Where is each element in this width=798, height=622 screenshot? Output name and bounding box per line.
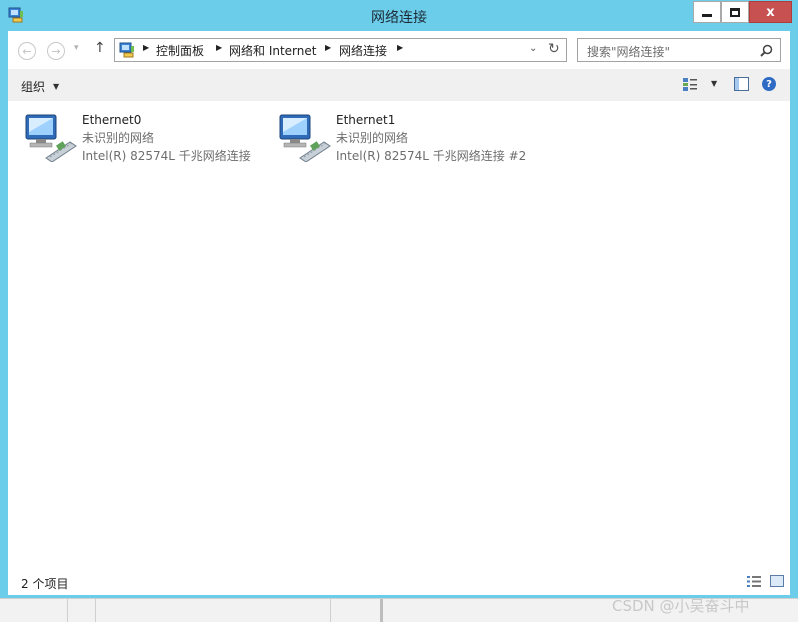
breadcrumb-separator-icon[interactable]: ▶ bbox=[143, 43, 149, 52]
recent-locations-dropdown[interactable]: ▾ bbox=[74, 43, 79, 53]
organize-label: 组织 bbox=[21, 80, 46, 94]
change-view-icon[interactable] bbox=[683, 78, 697, 91]
title-bar[interactable]: 网络连接 x bbox=[0, 0, 798, 31]
close-button[interactable]: x bbox=[749, 1, 792, 23]
adapter-name: Intel(R) 82574L 千兆网络连接 bbox=[82, 149, 251, 163]
minimize-icon bbox=[702, 13, 712, 17]
list-item-ethernet1[interactable]: Ethernet1 未识别的网络 Intel(R) 82574L 千兆网络连接 … bbox=[266, 111, 526, 165]
connection-name: Ethernet0 bbox=[82, 113, 142, 127]
large-icons-view-icon[interactable] bbox=[770, 575, 784, 587]
explorer-client-area: ← → ▾ ↑ ▶ 控制面板 ▶ 网络和 Internet ▶ 网络连接 ▶ ⌄ bbox=[8, 31, 790, 595]
taskbar-divider bbox=[95, 599, 96, 622]
taskbar-divider bbox=[380, 599, 383, 622]
organize-button[interactable]: 组织 ▼ bbox=[21, 78, 59, 95]
close-icon: x bbox=[766, 4, 775, 20]
refresh-button[interactable]: ↻ bbox=[548, 41, 560, 57]
item-count: 2 个项目 bbox=[21, 577, 69, 591]
command-toolbar: 组织 ▼ ▼ ? bbox=[8, 69, 790, 101]
preview-pane-icon[interactable] bbox=[734, 77, 749, 91]
forward-arrow-icon: → bbox=[51, 44, 61, 58]
explorer-window: 网络连接 x ← → ▾ ↑ ▶ 控制面板 ▶ 网络和 Internet ▶ 网… bbox=[0, 0, 798, 598]
file-list-view[interactable]: Ethernet0 未识别的网络 Intel(R) 82574L 千兆网络连接 bbox=[8, 101, 790, 567]
window-title: 网络连接 bbox=[371, 10, 427, 26]
help-icon[interactable]: ? bbox=[762, 77, 776, 91]
back-button[interactable]: ← bbox=[18, 42, 36, 60]
adapter-name: Intel(R) 82574L 千兆网络连接 #2 bbox=[336, 149, 527, 163]
connection-status: 未识别的网络 bbox=[82, 131, 155, 145]
watermark-text: CSDN @小吴奋斗中 bbox=[612, 597, 750, 615]
search-icon[interactable] bbox=[760, 44, 773, 57]
forward-button[interactable]: → bbox=[47, 42, 65, 60]
minimize-button[interactable] bbox=[693, 1, 721, 23]
chevron-down-icon[interactable]: ⌄ bbox=[529, 43, 537, 54]
breadcrumb-separator-icon[interactable]: ▶ bbox=[325, 43, 331, 52]
breadcrumb-separator-icon[interactable]: ▶ bbox=[216, 43, 222, 52]
breadcrumb-network-internet[interactable]: 网络和 Internet bbox=[229, 42, 316, 59]
chevron-down-icon: ▼ bbox=[53, 82, 60, 91]
list-item-ethernet0[interactable]: Ethernet0 未识别的网络 Intel(R) 82574L 千兆网络连接 bbox=[12, 111, 262, 165]
taskbar-divider bbox=[330, 599, 331, 622]
status-bar: 2 个项目 bbox=[8, 567, 790, 595]
breadcrumb-control-panel[interactable]: 控制面板 bbox=[156, 42, 204, 59]
breadcrumb-separator-icon[interactable]: ▶ bbox=[397, 43, 403, 52]
maximize-button[interactable] bbox=[721, 1, 749, 23]
breadcrumb-network-connections[interactable]: 网络连接 bbox=[339, 42, 387, 59]
network-adapter-icon bbox=[279, 114, 331, 162]
search-input[interactable]: 搜索"网络连接" bbox=[577, 38, 781, 62]
search-placeholder: 搜索"网络连接" bbox=[587, 45, 671, 59]
navigation-bar: ← → ▾ ↑ ▶ 控制面板 ▶ 网络和 Internet ▶ 网络连接 ▶ ⌄ bbox=[8, 31, 790, 69]
connection-status: 未识别的网络 bbox=[336, 131, 409, 145]
up-button[interactable]: ↑ bbox=[94, 40, 106, 56]
list-item-text: Ethernet1 未识别的网络 Intel(R) 82574L 千兆网络连接 … bbox=[336, 111, 526, 165]
address-bar[interactable]: ▶ 控制面板 ▶ 网络和 Internet ▶ 网络连接 ▶ ⌄ ↻ bbox=[114, 38, 567, 62]
maximize-icon bbox=[730, 7, 740, 17]
view-options-dropdown[interactable]: ▼ bbox=[711, 79, 717, 88]
list-item-text: Ethernet0 未识别的网络 Intel(R) 82574L 千兆网络连接 bbox=[82, 111, 251, 165]
control-panel-icon bbox=[119, 42, 134, 58]
details-view-icon[interactable] bbox=[747, 576, 761, 587]
back-arrow-icon: ← bbox=[22, 44, 32, 58]
connection-name: Ethernet1 bbox=[336, 113, 396, 127]
network-adapter-icon bbox=[25, 114, 77, 162]
taskbar-divider bbox=[67, 599, 68, 622]
